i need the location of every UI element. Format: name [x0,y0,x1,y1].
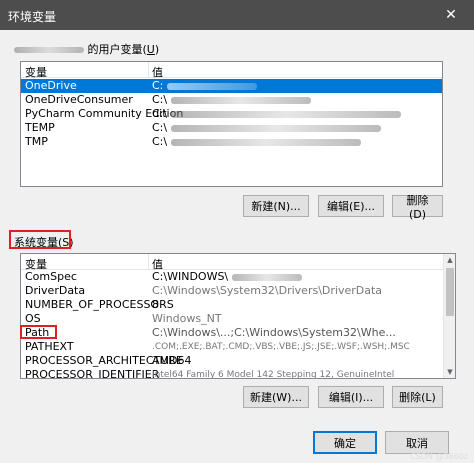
scrollbar-thumb[interactable] [446,268,454,316]
scroll-up-icon[interactable]: ▲ [444,254,455,266]
watermark: CSDN @3860z [410,452,468,461]
ok-button[interactable]: 确定 [313,431,377,454]
user-new-button[interactable]: 新建(N)... [243,195,309,217]
system-variable-row[interactable]: PATHEXT .COM;.EXE;.BAT;.CMD;.VBS;.VBE;.J… [21,340,443,354]
system-variable-row[interactable]: PROCESSOR_IDENTIFIER Intel64 Family 6 Mo… [21,368,443,378]
system-variables-list[interactable]: 变量 值 ComSpec C:\WINDOWS\ DriverData C:\W… [20,253,456,379]
user-delete-button[interactable]: 删除(D) [392,194,443,221]
user-variable-row[interactable]: TEMP C:\ [21,121,442,135]
system-variable-row[interactable]: ComSpec C:\WINDOWS\ [21,270,443,284]
user-variable-row[interactable]: TMP C:\ [21,135,442,149]
redacted-username [14,47,84,53]
user-variables-label: 的用户变量(U) [14,41,159,57]
close-icon[interactable]: ✕ [428,0,474,30]
system-variables-label: 系统变量(S) [14,236,74,249]
user-edit-button[interactable]: 编辑(E)... [318,195,384,217]
system-list-header: 变量 值 [21,254,455,271]
user-variable-row[interactable]: OneDrive C: [21,79,442,93]
user-variable-row[interactable]: OneDriveConsumer C:\ [21,93,442,107]
vertical-scrollbar[interactable]: ▲ ▼ [443,254,455,378]
system-variable-row[interactable]: OS Windows_NT [21,312,443,326]
system-new-button[interactable]: 新建(W)... [243,386,309,408]
window-title: 环境变量 [8,10,57,24]
title-bar: 环境变量 ✕ [0,0,474,30]
cancel-button[interactable]: 取消 [385,431,449,454]
system-variable-row[interactable]: NUMBER_OF_PROCESSORS 8 [21,298,443,312]
system-delete-button[interactable]: 删除(L) [392,386,443,408]
system-variable-row[interactable]: PROCESSOR_ARCHITECTURE AMD64 [21,354,443,368]
column-header-value[interactable]: 值 [152,64,163,80]
user-variable-row[interactable]: PyCharm Community Edition C:\ [21,107,442,121]
column-header-variable[interactable]: 变量 [25,64,47,80]
system-variable-row[interactable]: DriverData C:\Windows\System32\Drivers\D… [21,284,443,298]
environment-variables-dialog: 环境变量 ✕ 的用户变量(U) 变量 值 OneDrive C: OneDriv… [0,0,474,463]
system-edit-button[interactable]: 编辑(I)... [318,386,384,408]
user-variables-list[interactable]: 变量 值 OneDrive C: OneDriveConsumer C:\ Py… [20,61,443,187]
system-variable-row[interactable]: Path C:\Windows\...;C:\Windows\System32\… [21,326,443,340]
user-list-header: 变量 值 [21,62,442,80]
scroll-down-icon[interactable]: ▼ [444,366,455,378]
